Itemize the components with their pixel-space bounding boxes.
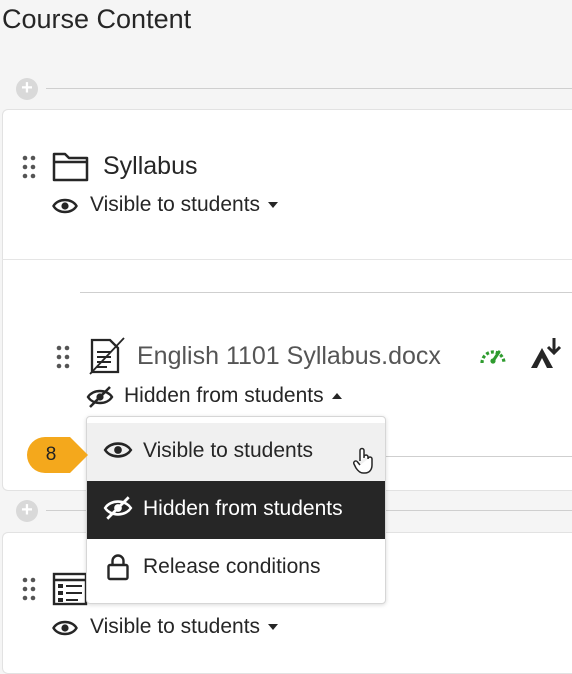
visibility-label: Visible to students <box>90 193 261 216</box>
gauge-icon <box>480 350 506 364</box>
chevron-up-icon <box>331 393 342 400</box>
drag-handle-icon[interactable] <box>22 577 36 601</box>
step-number: 8 <box>45 444 57 465</box>
document-icon <box>89 337 125 375</box>
module-title[interactable]: Syllabus <box>103 152 198 181</box>
visibility-label: Visible to students <box>90 615 261 638</box>
eye-icon <box>52 620 78 636</box>
chevron-down-icon <box>268 202 279 209</box>
list-document-icon <box>52 572 88 606</box>
page-title: Course Content <box>2 4 192 34</box>
drag-handle-icon[interactable] <box>22 155 36 179</box>
accessibility-icon[interactable] <box>528 336 564 370</box>
step-badge: 8 <box>26 436 88 474</box>
insert-divider <box>46 88 572 89</box>
insert-divider <box>384 456 572 457</box>
eye-slash-icon <box>103 496 133 520</box>
visibility-menu: Visible to students Hidden from students… <box>86 416 386 604</box>
menu-item-hidden[interactable]: Hidden from students <box>87 481 385 539</box>
lock-icon <box>107 554 129 581</box>
eye-slash-icon <box>86 386 114 408</box>
add-content-button[interactable]: + <box>16 500 38 522</box>
visibility-label: Hidden from students <box>124 384 324 407</box>
menu-item-label: Hidden from students <box>143 497 343 520</box>
eye-icon <box>103 442 133 458</box>
add-content-button[interactable]: + <box>16 78 38 100</box>
menu-item-label: Visible to students <box>143 439 314 462</box>
menu-item-visible[interactable]: Visible to students <box>87 423 385 481</box>
menu-item-label: Release conditions <box>143 555 321 578</box>
plus-icon: + <box>21 499 33 521</box>
item-title[interactable]: English 1101 Syllabus.docx <box>137 342 441 371</box>
hand-pointer-icon <box>353 447 373 474</box>
drag-handle-icon[interactable] <box>56 345 70 369</box>
plus-icon: + <box>21 77 33 99</box>
eye-icon <box>52 198 78 214</box>
chevron-down-icon <box>268 624 279 631</box>
insert-divider <box>80 292 572 293</box>
card-divider <box>2 259 572 260</box>
folder-icon <box>52 152 89 182</box>
menu-item-release-conditions[interactable]: Release conditions <box>87 539 385 597</box>
